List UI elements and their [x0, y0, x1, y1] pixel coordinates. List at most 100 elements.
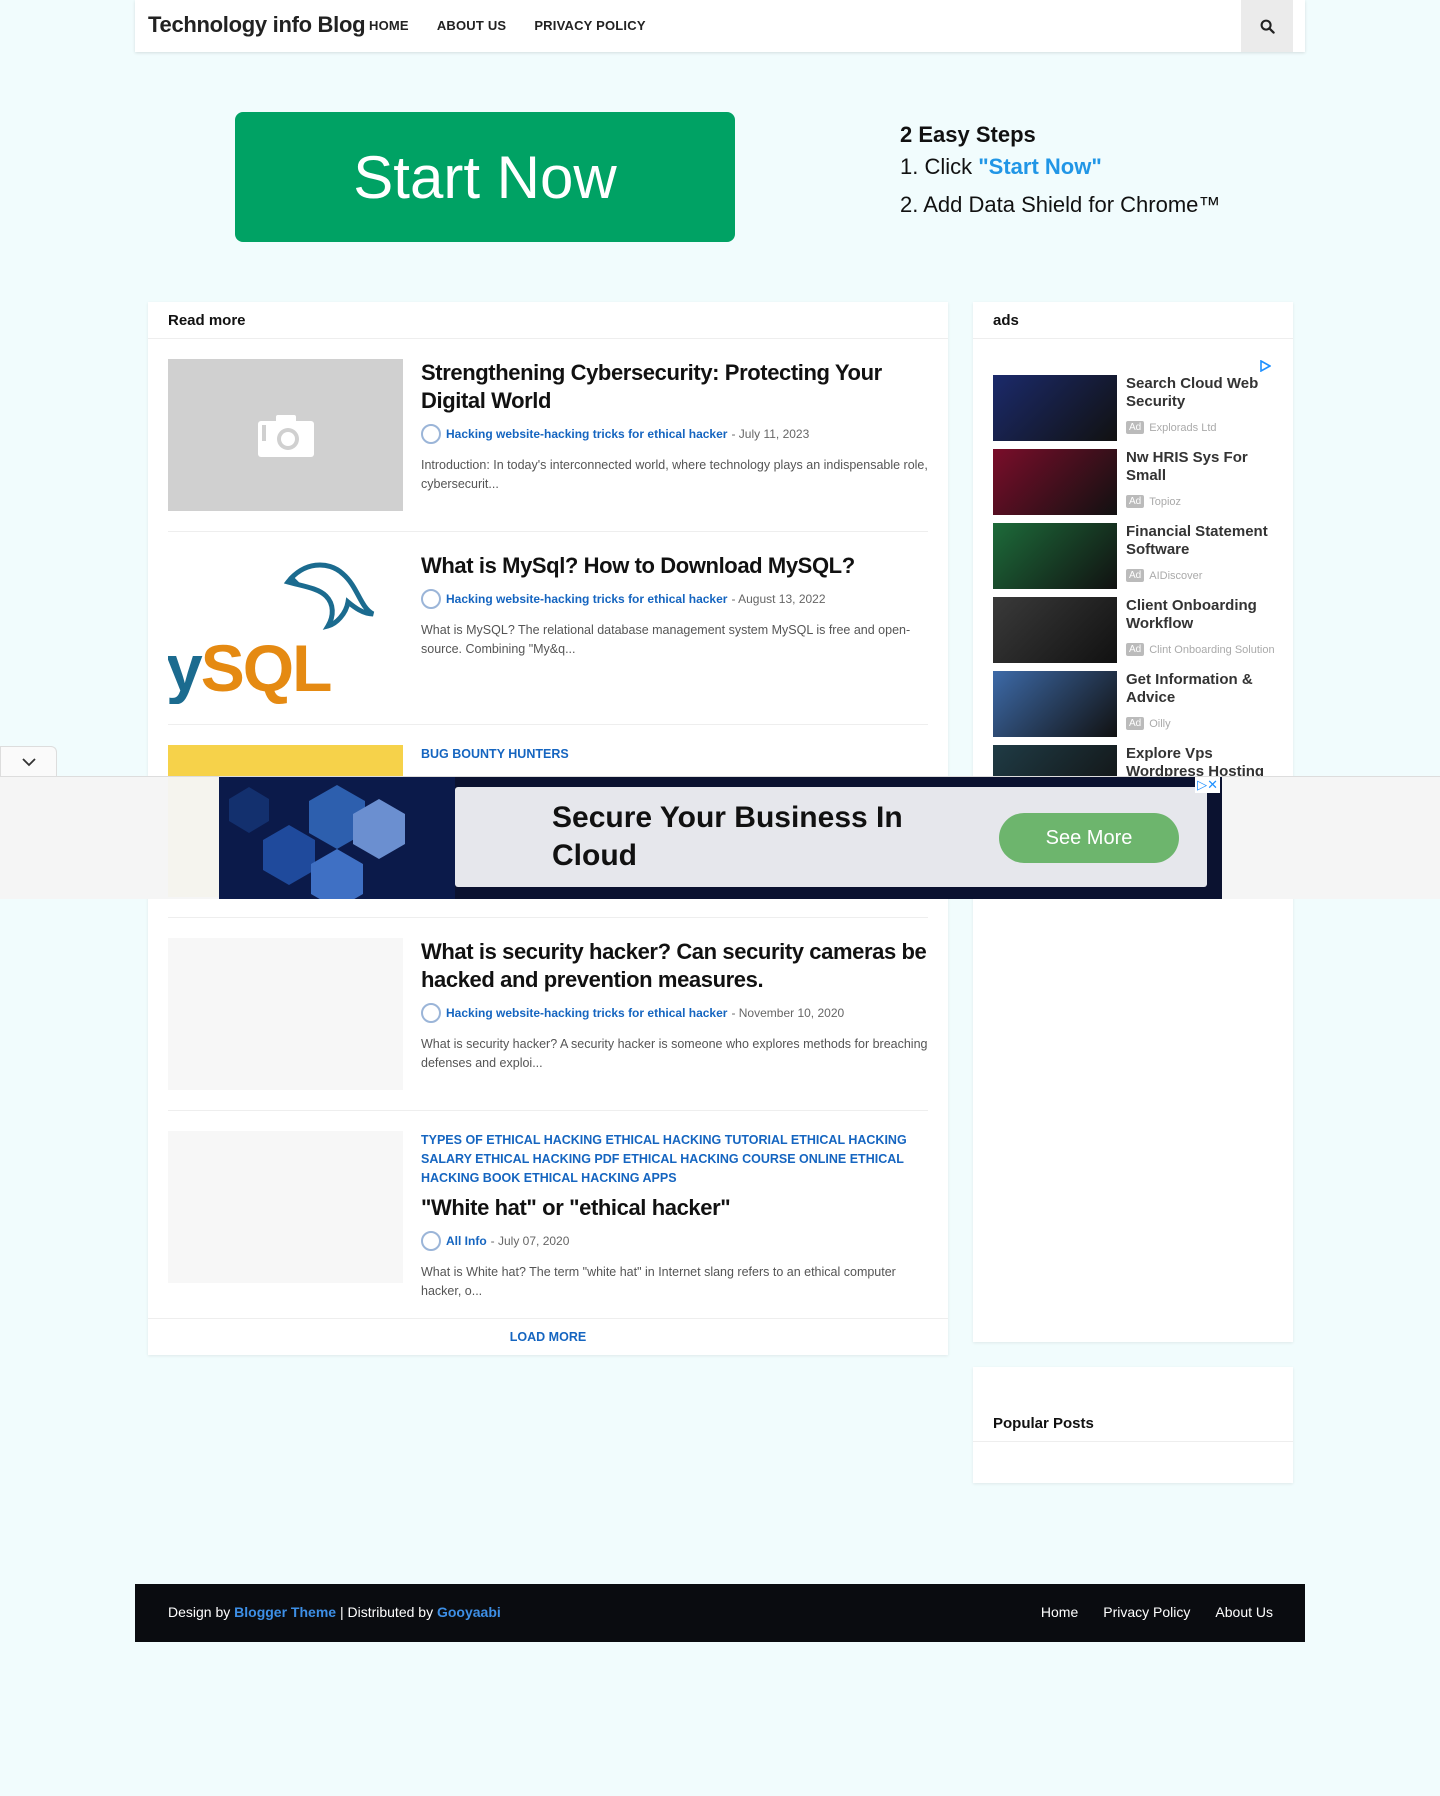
post-author[interactable]: All Info: [446, 1234, 487, 1248]
ad-title[interactable]: Search Cloud Web Security: [1126, 375, 1276, 411]
banner-ad-image[interactable]: [219, 777, 455, 909]
sidebar-ad[interactable]: Financial Statement Software Ad AIDiscove…: [993, 523, 1273, 589]
hexagon-graphic: [219, 777, 455, 909]
load-more-button[interactable]: LOAD MORE: [148, 1318, 948, 1355]
post-title[interactable]: What is MySql? How to Download MySQL?: [421, 552, 928, 580]
steps-ad: 2 Easy Steps 1. Click "Start Now" 2. Add…: [900, 122, 1220, 230]
sidebar-ad[interactable]: Nw HRIS Sys For Small Ad Topioz: [993, 449, 1273, 515]
divider: [168, 1110, 928, 1111]
nav-home[interactable]: HOME: [369, 18, 409, 33]
ad-text: Search Cloud Web Security Ad Explorads Lt…: [1126, 375, 1276, 434]
ad-image[interactable]: [993, 597, 1117, 663]
mysql-logo-sql: SQL: [200, 631, 333, 704]
footer-dist-link[interactable]: Gooyaabi: [437, 1604, 501, 1620]
anchor-ad-banner[interactable]: Secure Your Business In Cloud See More ▷…: [219, 777, 1222, 909]
ad-badge: Ad: [1126, 495, 1145, 508]
ad-image[interactable]: [993, 375, 1117, 441]
read-more-heading: Read more: [148, 302, 948, 339]
ad-image[interactable]: [993, 449, 1117, 515]
post-body: TYPES OF ETHICAL HACKING ETHICAL HACKING…: [421, 1131, 928, 1301]
search-button[interactable]: [1241, 0, 1293, 52]
footer-nav-about[interactable]: About Us: [1215, 1604, 1273, 1620]
post-labels[interactable]: BUG BOUNTY HUNTERS: [421, 745, 928, 764]
mysql-logo-text: ySQL: [168, 630, 333, 704]
collapse-ad-tab[interactable]: [0, 746, 57, 776]
site-footer: Design by Blogger Theme | Distributed by…: [135, 1584, 1305, 1642]
close-ad-icon[interactable]: ▷✕: [1195, 777, 1220, 793]
ad-title[interactable]: Client Onboarding Workflow: [1126, 597, 1276, 633]
footer-theme-link[interactable]: Blogger Theme: [234, 1604, 336, 1620]
ad-source: AIDiscover: [1149, 569, 1203, 582]
post-thumbnail[interactable]: [168, 1131, 403, 1283]
ad-image[interactable]: [993, 671, 1117, 737]
post-author[interactable]: Hacking website-hacking tricks for ethic…: [446, 427, 727, 441]
site-header: Technology info Blog HOME ABOUT US PRIVA…: [135, 0, 1305, 52]
ad-source: Oilly: [1149, 717, 1171, 730]
post-date: - July 11, 2023: [731, 427, 810, 441]
post-item: TYPES OF ETHICAL HACKING ETHICAL HACKING…: [168, 1131, 928, 1298]
footer-distributed: | Distributed by: [336, 1604, 437, 1620]
footer-nav: Home Privacy Policy About Us: [1041, 1604, 1273, 1620]
ad-source: Clint Onboarding Solution: [1149, 643, 1275, 656]
post-meta: Hacking website-hacking tricks for ethic…: [421, 1003, 928, 1023]
ad-title[interactable]: Nw HRIS Sys For Small: [1126, 449, 1276, 485]
avatar: [421, 424, 441, 444]
step-1: 1. Click "Start Now": [900, 154, 1220, 180]
sidebar-ad[interactable]: Get Information & Advice Ad Oilly: [993, 671, 1273, 737]
mysql-logo-y: y: [168, 631, 203, 704]
post-labels[interactable]: TYPES OF ETHICAL HACKING ETHICAL HACKING…: [421, 1131, 928, 1188]
ad-source-row: Ad Explorads Ltd: [1126, 421, 1276, 434]
post-author[interactable]: Hacking website-hacking tricks for ethic…: [446, 1006, 727, 1020]
ad-title[interactable]: Get Information & Advice: [1126, 671, 1276, 707]
post-snippet: What is MySQL? The relational database m…: [421, 623, 911, 656]
ad-source: Topioz: [1149, 495, 1182, 508]
step-2: 2. Add Data Shield for Chrome™: [900, 192, 1221, 217]
ad-source-row: Ad AIDiscover: [1126, 569, 1276, 582]
steps-title: 2 Easy Steps: [900, 122, 1036, 147]
post-thumbnail[interactable]: [168, 938, 403, 1090]
post-title[interactable]: Strengthening Cybersecurity: Protecting …: [421, 359, 928, 415]
ad-badge: Ad: [1126, 421, 1145, 434]
post-snippet: Introduction: In today's interconnected …: [421, 458, 928, 491]
nav-privacy-policy[interactable]: PRIVACY POLICY: [534, 18, 645, 33]
post-meta: All Info - July 07, 2020: [421, 1231, 928, 1251]
nav-about-us[interactable]: ABOUT US: [437, 18, 507, 33]
ads-heading: ads: [973, 302, 1293, 339]
post-title[interactable]: "White hat" or "ethical hacker": [421, 1194, 928, 1222]
main-nav: HOME ABOUT US PRIVACY POLICY: [369, 18, 646, 33]
popular-posts-heading: Popular Posts: [993, 1415, 1094, 1432]
ad-source-row: Ad Topioz: [1126, 495, 1276, 508]
post-item: What is security hacker? Can security ca…: [168, 938, 928, 1090]
avatar: [421, 589, 441, 609]
banner-ad-panel[interactable]: Secure Your Business In Cloud See More: [455, 787, 1207, 887]
post-body: BUG BOUNTY HUNTERS: [421, 745, 928, 764]
ad-title[interactable]: Financial Statement Software: [1126, 523, 1276, 559]
post-author[interactable]: Hacking website-hacking tricks for ethic…: [446, 592, 727, 606]
sidebar-ad[interactable]: Search Cloud Web Security Ad Explorads Lt…: [993, 375, 1273, 441]
site-title[interactable]: Technology info Blog: [148, 12, 366, 38]
footer-nav-privacy[interactable]: Privacy Policy: [1103, 1604, 1190, 1620]
banner-headline[interactable]: Secure Your Business In Cloud: [552, 799, 932, 875]
footer-design-by: Design by: [168, 1604, 235, 1620]
post-body: Strengthening Cybersecurity: Protecting …: [421, 359, 928, 494]
start-now-button[interactable]: Start Now: [235, 112, 735, 242]
adchoices-icon[interactable]: [1259, 360, 1271, 372]
ad-source: Explorads Ltd: [1149, 421, 1217, 434]
post-snippet: What is White hat? The term "white hat" …: [421, 1265, 896, 1298]
popular-posts-widget: Popular Posts: [973, 1367, 1293, 1483]
post-meta: Hacking website-hacking tricks for ethic…: [421, 589, 928, 609]
ad-badge: Ad: [1126, 643, 1145, 656]
divider: [168, 724, 928, 725]
footer-nav-home[interactable]: Home: [1041, 1604, 1078, 1620]
post-title[interactable]: What is security hacker? Can security ca…: [421, 938, 928, 994]
ad-badge: Ad: [1126, 717, 1145, 730]
ad-image[interactable]: [993, 523, 1117, 589]
footer-credit: Design by Blogger Theme | Distributed by…: [168, 1604, 501, 1620]
sidebar-ad[interactable]: Client Onboarding Workflow Ad Clint Onboa…: [993, 597, 1276, 663]
chevron-down-icon: [21, 757, 36, 766]
post-thumbnail[interactable]: [168, 359, 403, 511]
step-1-accent: "Start Now": [978, 154, 1102, 179]
post-thumbnail[interactable]: ySQL: [168, 552, 403, 704]
step-1-prefix: 1. Click: [900, 154, 979, 179]
see-more-button[interactable]: See More: [999, 813, 1179, 863]
